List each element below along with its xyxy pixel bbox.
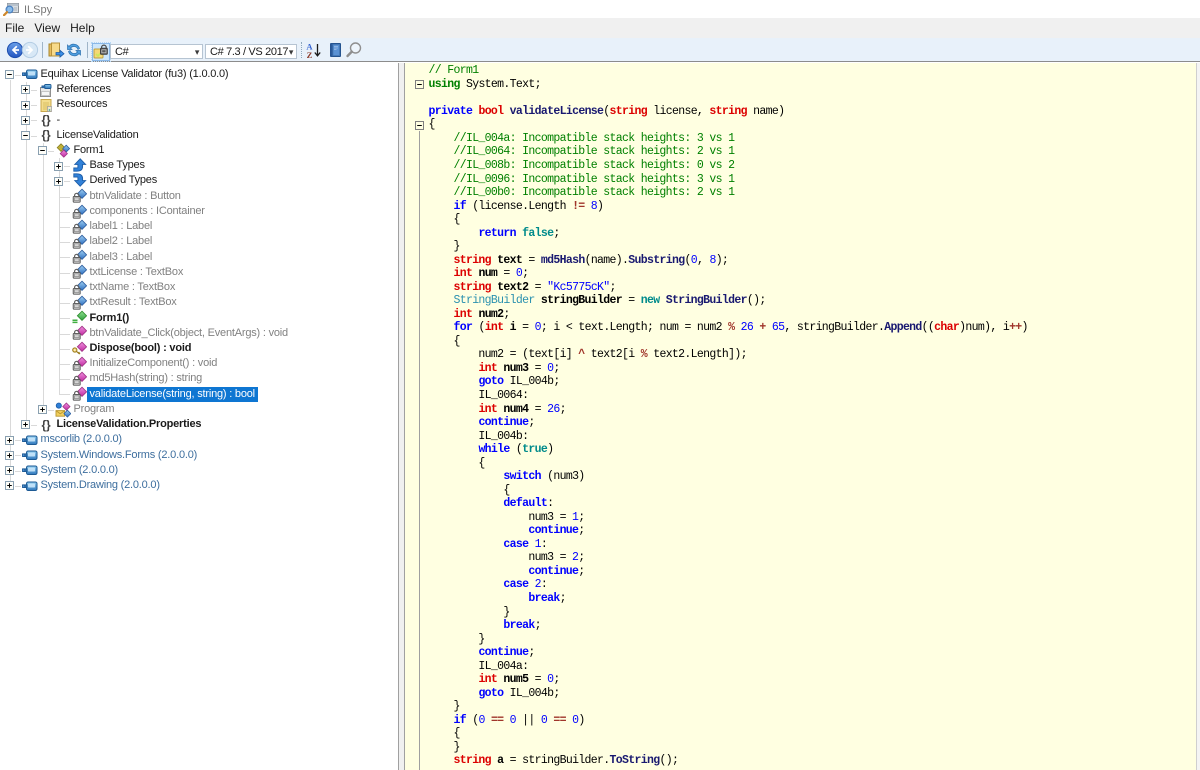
svg-text:Z: Z [307, 50, 313, 59]
svg-text:{}: {} [42, 418, 51, 432]
svg-text:{}: {} [42, 113, 51, 127]
svg-text:{}: {} [42, 128, 51, 142]
